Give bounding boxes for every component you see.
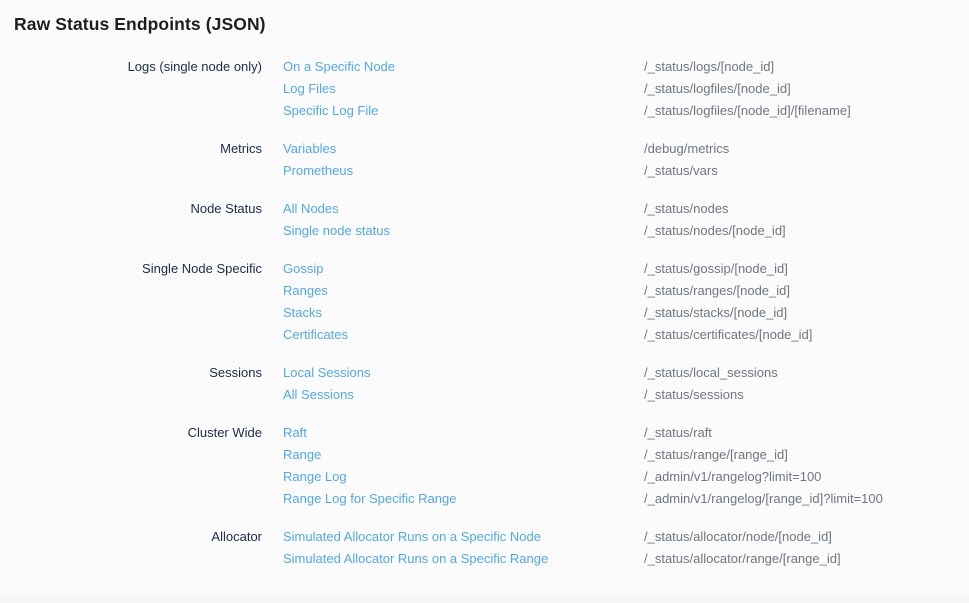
category-label: Metrics <box>0 138 283 160</box>
endpoint-link[interactable]: Certificates <box>283 324 348 346</box>
endpoint-path: /_status/range/[range_id] <box>644 444 969 466</box>
endpoint-path: /_admin/v1/rangelog/[range_id]?limit=100 <box>644 488 969 510</box>
endpoint-path: /_status/certificates/[node_id] <box>644 324 969 346</box>
endpoint-path: /_status/stacks/[node_id] <box>644 302 969 324</box>
endpoint-path: /_status/logfiles/[node_id]/[filename] <box>644 100 969 122</box>
category-label: Logs (single node only) <box>0 56 283 78</box>
endpoint-path: /_status/logfiles/[node_id] <box>644 78 969 100</box>
endpoint-link[interactable]: Local Sessions <box>283 362 370 384</box>
category-label: Node Status <box>0 198 283 220</box>
endpoint-link[interactable]: All Nodes <box>283 198 339 220</box>
endpoint-group: Single Node SpecificGossip /_status/gossi… <box>0 258 969 346</box>
endpoint-link[interactable]: Prometheus <box>283 160 353 182</box>
endpoint-path: /_status/allocator/node/[node_id] <box>644 526 969 548</box>
endpoint-path: /_admin/v1/rangelog?limit=100 <box>644 466 969 488</box>
endpoint-link[interactable]: Specific Log File <box>283 100 378 122</box>
endpoint-link[interactable]: Range Log <box>283 466 347 488</box>
endpoint-path: /_status/nodes/[node_id] <box>644 220 969 242</box>
endpoint-link[interactable]: Gossip <box>283 258 323 280</box>
page-title: Raw Status Endpoints (JSON) <box>14 14 969 35</box>
endpoint-link[interactable]: On a Specific Node <box>283 56 395 78</box>
category-label: Single Node Specific <box>0 258 283 280</box>
endpoint-group: Cluster WideRaft /_status/raft Range /_stat… <box>0 422 969 510</box>
endpoint-path: /_status/logs/[node_id] <box>644 56 969 78</box>
endpoint-link[interactable]: Ranges <box>283 280 328 302</box>
endpoint-group: Node StatusAll Nodes /_status/nodes Single… <box>0 198 969 242</box>
endpoint-group: SessionsLocal Sessions /_status/local_ses… <box>0 362 969 406</box>
endpoint-path: /_status/sessions <box>644 384 969 406</box>
endpoint-path: /_status/nodes <box>644 198 969 220</box>
endpoint-link[interactable]: Single node status <box>283 220 390 242</box>
endpoint-link[interactable]: Log Files <box>283 78 336 100</box>
endpoint-link[interactable]: Simulated Allocator Runs on a Specific R… <box>283 548 548 570</box>
endpoint-path: /debug/metrics <box>644 138 969 160</box>
endpoint-link[interactable]: Raft <box>283 422 307 444</box>
category-label: Cluster Wide <box>0 422 283 444</box>
endpoint-path: /_status/gossip/[node_id] <box>644 258 969 280</box>
endpoint-link[interactable]: All Sessions <box>283 384 354 406</box>
endpoint-link[interactable]: Range <box>283 444 321 466</box>
endpoint-groups: Logs (single node only)On a Specific Nod… <box>0 56 969 570</box>
endpoint-link[interactable]: Variables <box>283 138 336 160</box>
endpoint-path: /_status/local_sessions <box>644 362 969 384</box>
endpoint-link[interactable]: Range Log for Specific Range <box>283 488 456 510</box>
category-label: Allocator <box>0 526 283 548</box>
endpoint-group: AllocatorSimulated Allocator Runs on a S… <box>0 526 969 570</box>
endpoint-link[interactable]: Simulated Allocator Runs on a Specific N… <box>283 526 541 548</box>
endpoint-link[interactable]: Stacks <box>283 302 322 324</box>
endpoint-path: /_status/vars <box>644 160 969 182</box>
endpoint-path: /_status/raft <box>644 422 969 444</box>
endpoint-path: /_status/allocator/range/[range_id] <box>644 548 969 570</box>
endpoint-group: MetricsVariables/debug/metrics Prometheus… <box>0 138 969 182</box>
category-label: Sessions <box>0 362 283 384</box>
endpoint-group: Logs (single node only)On a Specific Nod… <box>0 56 969 122</box>
bottom-fade <box>0 589 969 603</box>
endpoint-path: /_status/ranges/[node_id] <box>644 280 969 302</box>
